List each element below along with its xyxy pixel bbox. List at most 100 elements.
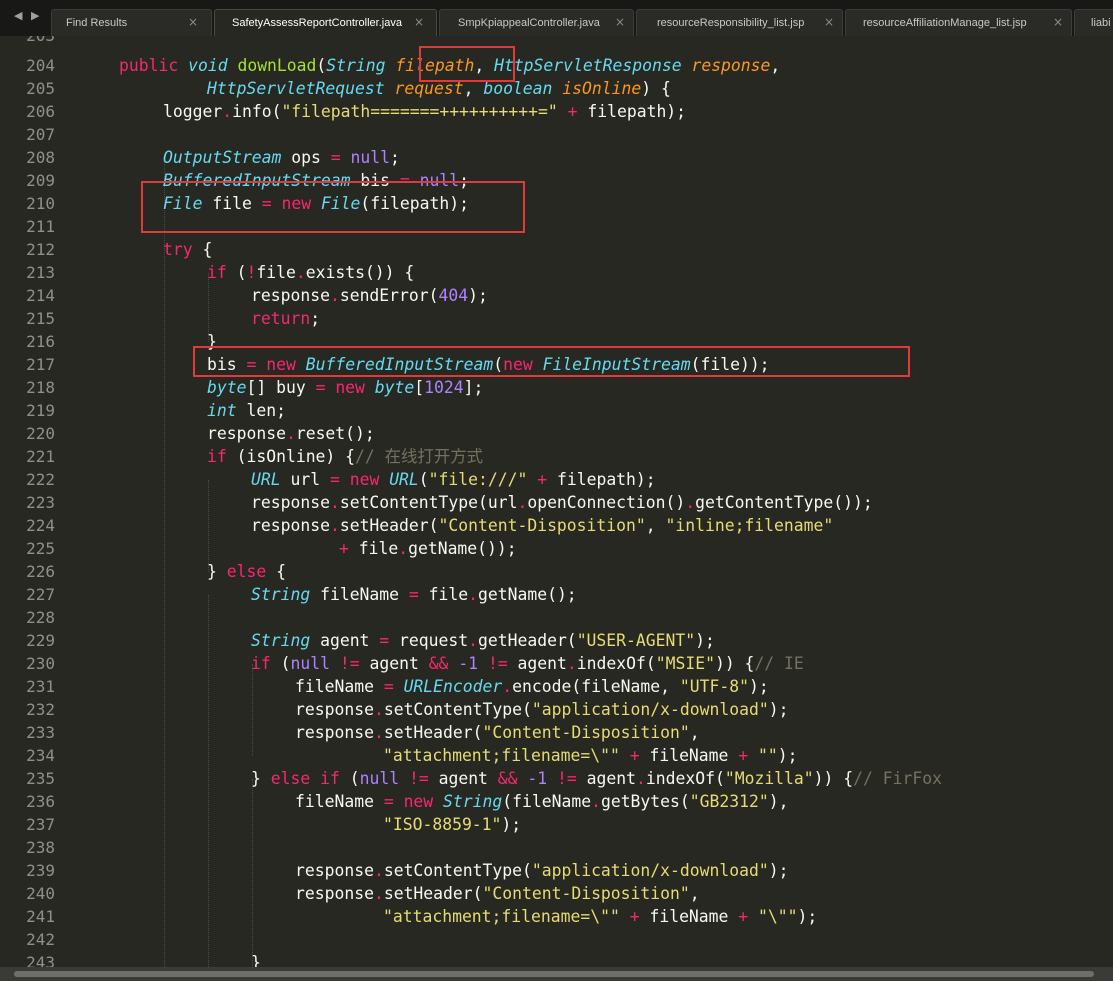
token: = bbox=[329, 470, 340, 489]
tab-scroll-left-icon[interactable]: ◀ bbox=[14, 9, 22, 22]
token: indexOf( bbox=[645, 769, 725, 788]
token: ); bbox=[768, 700, 789, 719]
token: . bbox=[295, 263, 306, 282]
token: url bbox=[280, 470, 330, 489]
token: (isOnline) { bbox=[226, 447, 356, 466]
code-line-239: response.setContentType("application/x-d… bbox=[295, 859, 788, 882]
close-icon[interactable]: × bbox=[188, 15, 198, 29]
indent-guide bbox=[208, 595, 209, 967]
token: setHeader( bbox=[339, 516, 439, 535]
tab-safety-assess-report-controller[interactable]: SafetyAssessReportController.java × bbox=[214, 9, 437, 36]
token: response bbox=[691, 56, 771, 75]
token: file bbox=[418, 585, 469, 604]
tab-find-results[interactable]: Find Results × bbox=[51, 9, 212, 36]
tab-bar: ◀ ▶ Find Results × SafetyAssessReportCon… bbox=[0, 0, 1113, 36]
code-line-229: String agent = request.getHeader("USER-A… bbox=[251, 629, 715, 652]
token: + bbox=[738, 907, 749, 926]
line-number: 232 bbox=[26, 700, 55, 719]
code-line-213: if (!file.exists()) { bbox=[207, 261, 414, 284]
line-number: 218 bbox=[26, 378, 55, 397]
token: if bbox=[320, 769, 340, 788]
token: ), bbox=[768, 792, 789, 811]
token: "USER-AGENT" bbox=[576, 631, 696, 650]
token: ; bbox=[390, 148, 400, 167]
token: "Content-Disposition" bbox=[438, 516, 646, 535]
code-area[interactable]: public void downLoad(String filepath, Ht… bbox=[76, 36, 1113, 967]
code-line-214: response.sendError(404); bbox=[251, 284, 488, 307]
token: ); bbox=[468, 286, 488, 305]
token: . bbox=[591, 792, 601, 811]
token: (fileName bbox=[502, 792, 592, 811]
line-number: 227 bbox=[26, 585, 55, 604]
token: . bbox=[373, 723, 384, 742]
close-icon[interactable]: × bbox=[824, 15, 834, 29]
token: && bbox=[428, 654, 449, 673]
token: ( bbox=[270, 654, 291, 673]
close-icon[interactable]: × bbox=[1053, 15, 1063, 29]
code-editor[interactable]: 203 204 205 206 207 208 209 210 211 212 … bbox=[0, 36, 1113, 967]
line-number: 214 bbox=[26, 286, 55, 305]
close-icon[interactable]: × bbox=[414, 15, 424, 29]
line-number: 241 bbox=[26, 907, 55, 926]
code-line-219: int len; bbox=[207, 399, 286, 422]
token: -1 bbox=[458, 654, 479, 673]
highlight-box-buffered-input-stream bbox=[193, 346, 910, 377]
token: openConnection() bbox=[527, 493, 686, 512]
token: . bbox=[566, 654, 577, 673]
token: ); bbox=[695, 631, 715, 650]
tab-resource-affiliation-manage-list[interactable]: resourceAffiliationManage_list.jsp × bbox=[845, 9, 1072, 36]
code-line-241: "attachment;filename=\"" + fileName + "\… bbox=[383, 905, 817, 928]
token: file bbox=[348, 539, 399, 558]
code-line-227: String fileName = file.getName(); bbox=[251, 583, 577, 606]
token: logger bbox=[163, 102, 223, 121]
horizontal-scrollbar-track[interactable] bbox=[0, 967, 1113, 981]
token: + bbox=[339, 539, 349, 558]
token: + bbox=[567, 102, 578, 121]
code-line-243: } bbox=[251, 953, 261, 967]
tab-scroll-right-icon[interactable]: ▶ bbox=[31, 9, 39, 22]
token: ); bbox=[797, 907, 818, 926]
token: != bbox=[408, 769, 429, 788]
line-number: 204 bbox=[26, 56, 55, 75]
tab-smp-kpi-appeal-controller[interactable]: SmpKpiappealController.java × bbox=[439, 9, 634, 36]
tab-label: SmpKpiappealController.java bbox=[458, 17, 600, 29]
token: } bbox=[251, 769, 271, 788]
line-number: 230 bbox=[26, 654, 55, 673]
token: "UTF-8" bbox=[679, 677, 749, 696]
token: . bbox=[329, 516, 340, 535]
close-icon[interactable]: × bbox=[615, 15, 625, 29]
code-line-208: OutputStream ops = null; bbox=[163, 146, 400, 169]
indent-guide bbox=[252, 779, 253, 967]
token: "application/x-download" bbox=[531, 861, 769, 880]
token: "application/x-download" bbox=[531, 700, 769, 719]
token: URL bbox=[389, 470, 419, 489]
line-number: 211 bbox=[26, 217, 55, 236]
token: . bbox=[636, 769, 646, 788]
line-number: 233 bbox=[26, 723, 55, 742]
token: response bbox=[207, 424, 286, 443]
code-line-230: if (null != agent && -1 != agent.indexOf… bbox=[251, 652, 804, 675]
token: new bbox=[403, 792, 434, 811]
line-number: 240 bbox=[26, 884, 55, 903]
tab-liabi[interactable]: liabi bbox=[1074, 9, 1113, 36]
code-line-224: response.setHeader("Content-Disposition"… bbox=[251, 514, 833, 537]
line-number: 203 bbox=[0, 36, 55, 47]
horizontal-scrollbar-thumb[interactable] bbox=[14, 971, 1094, 977]
token: != bbox=[557, 769, 577, 788]
line-number: 242 bbox=[26, 930, 55, 949]
token: filepath); bbox=[547, 470, 656, 489]
token: getContentType()); bbox=[695, 493, 873, 512]
token: . bbox=[373, 700, 384, 719]
token: setContentType( bbox=[383, 861, 532, 880]
line-number-gutter: 203 204 205 206 207 208 209 210 211 212 … bbox=[0, 36, 78, 967]
tab-resource-responsibility-list[interactable]: resourceResponsibility_list.jsp × bbox=[636, 9, 843, 36]
token: len; bbox=[236, 401, 286, 420]
token: , bbox=[770, 56, 781, 75]
token: ); bbox=[777, 746, 798, 765]
